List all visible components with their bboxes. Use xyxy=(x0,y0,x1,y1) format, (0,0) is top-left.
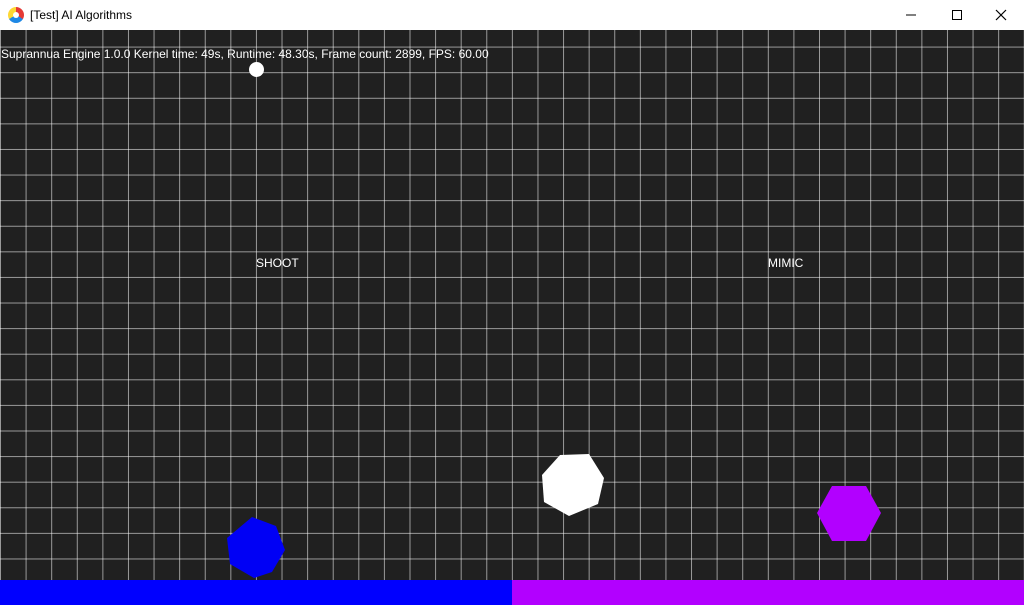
close-button[interactable] xyxy=(978,0,1024,30)
shoot-team-bar xyxy=(0,580,512,605)
game-canvas[interactable]: Suprannua Engine 1.0.0 Kernel time: 49s,… xyxy=(0,30,1024,580)
close-icon xyxy=(995,9,1007,21)
mimic-team-bar xyxy=(512,580,1024,605)
mimic-label: MIMIC xyxy=(768,256,804,270)
minimize-button[interactable] xyxy=(888,0,934,30)
minimize-icon xyxy=(906,14,916,16)
maximize-icon xyxy=(952,10,962,20)
mimic-agent-polygon xyxy=(817,486,881,541)
window-title: [Test] AI Algorithms xyxy=(30,8,133,22)
app-logo-icon xyxy=(8,7,24,23)
neutral-polygon xyxy=(542,454,604,516)
window-titlebar[interactable]: [Test] AI Algorithms xyxy=(0,0,1024,30)
engine-stats-text: Suprannua Engine 1.0.0 Kernel time: 49s,… xyxy=(1,47,489,61)
maximize-button[interactable] xyxy=(934,0,980,30)
shoot-label: SHOOT xyxy=(256,256,299,270)
projectile xyxy=(249,62,264,77)
shoot-agent-polygon xyxy=(227,517,285,578)
